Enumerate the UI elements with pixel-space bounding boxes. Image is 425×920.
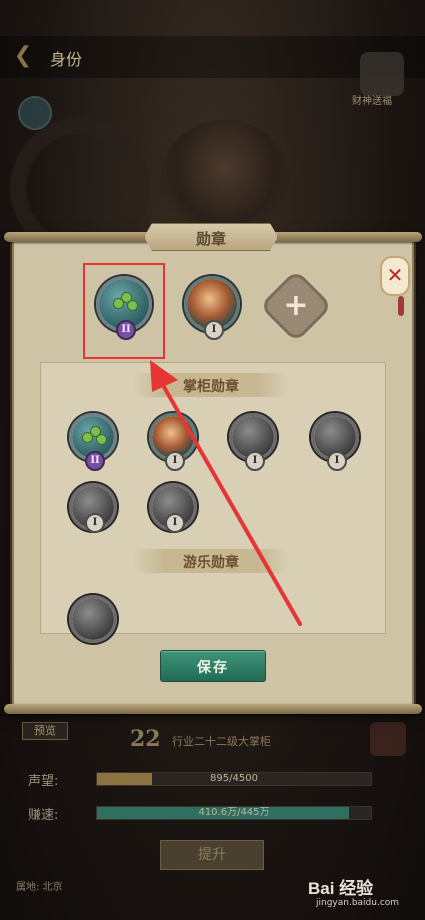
- origin-text: 属地: 北京: [16, 882, 63, 893]
- section-header: 游乐勋章: [133, 549, 289, 573]
- rank-medal: I: [165, 451, 185, 471]
- rank-medal: I: [204, 320, 224, 340]
- page-title: 身份: [50, 50, 83, 69]
- bug-medal-icon[interactable]: [69, 595, 117, 643]
- preview-button[interactable]: 预览: [22, 722, 68, 740]
- reputation-value: 895/4500: [210, 773, 258, 784]
- modal-title: 勋章: [195, 230, 226, 248]
- fortune-god-icon[interactable]: [360, 52, 404, 96]
- rank-medal: I: [245, 451, 265, 471]
- add-slot-icon: +: [283, 288, 309, 323]
- rank-medal: I: [85, 513, 105, 533]
- modal-title-banner: 勋章: [144, 223, 278, 251]
- level-title: 行业二十二级大掌柜: [172, 735, 271, 748]
- upgrade-button[interactable]: 提升: [160, 840, 264, 870]
- level-number: 22: [130, 726, 161, 752]
- book-icon[interactable]: [370, 722, 406, 756]
- back-arrow-icon[interactable]: ❮: [10, 44, 36, 68]
- scroll-rod-bottom: [4, 704, 422, 714]
- medal-list-panel: 掌柜勋章 II I I I I I 游乐勋章: [40, 362, 386, 643]
- section-title: 游乐勋章: [183, 555, 239, 571]
- rank-medal: II: [85, 451, 105, 471]
- reputation-bar: 895/4500: [96, 772, 372, 786]
- lantern-tassel: [398, 296, 404, 316]
- fortune-god-label: 财神送福: [352, 96, 392, 107]
- earning-speed-label: 赚速:: [28, 808, 59, 823]
- rank-medal: I: [327, 451, 347, 471]
- rank-medal: I: [165, 513, 185, 533]
- earning-speed-value: 410.6万/445万: [198, 807, 270, 818]
- section-header: 掌柜勋章: [133, 373, 289, 397]
- reputation-label: 声望:: [28, 774, 59, 789]
- section-title: 掌柜勋章: [183, 379, 239, 395]
- character-portrait: [160, 120, 290, 240]
- highlight-box: [83, 263, 165, 359]
- equipped-slots: II I +: [28, 258, 388, 354]
- watermark-url: jingyan.baidu.com: [316, 898, 400, 908]
- baidu-watermark: Bai 经验: [308, 879, 374, 898]
- save-button-label: 保存: [197, 660, 229, 676]
- save-button[interactable]: 保存: [160, 650, 266, 682]
- earning-speed-bar: 410.6万/445万: [96, 806, 372, 820]
